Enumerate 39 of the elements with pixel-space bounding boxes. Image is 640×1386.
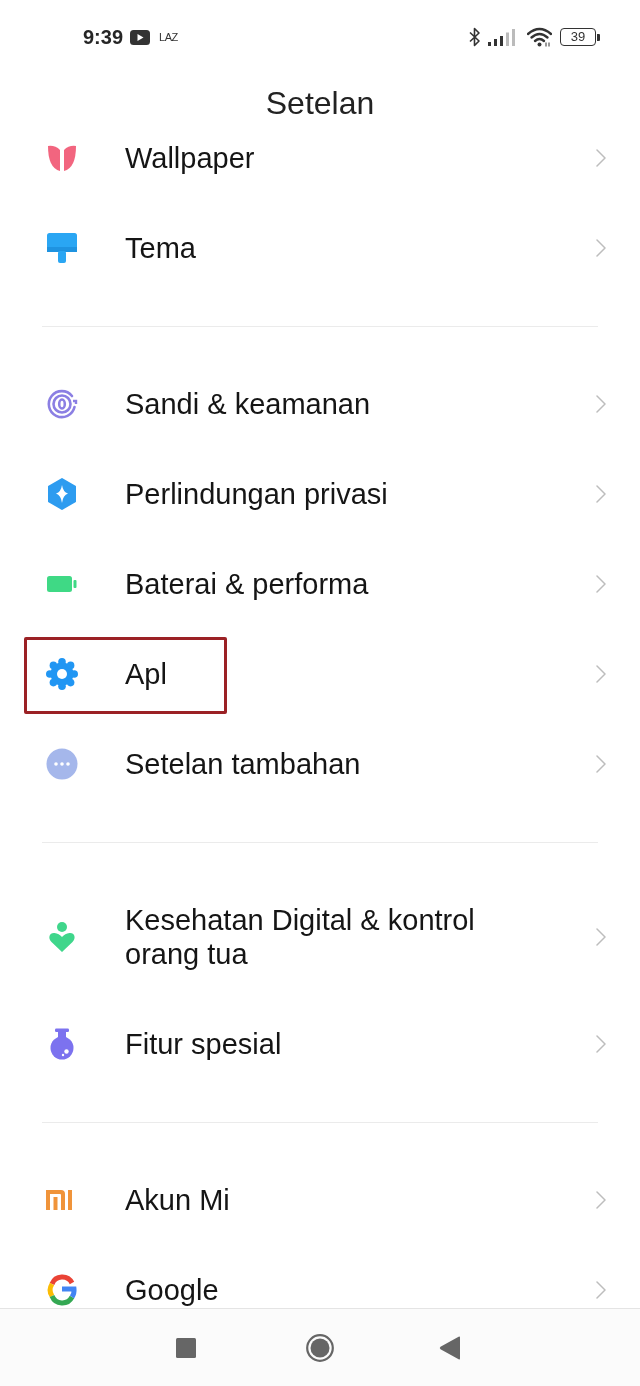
settings-item[interactable]: Wallpaper bbox=[125, 141, 255, 175]
recents-icon[interactable] bbox=[176, 1337, 196, 1358]
settings-item[interactable]: Sandi & keamanan bbox=[125, 387, 371, 421]
home-icon[interactable] bbox=[306, 1333, 334, 1362]
chevron-icon bbox=[596, 665, 606, 683]
play-icon bbox=[130, 29, 151, 45]
chevron-icon bbox=[596, 485, 606, 503]
settings-item[interactable]: Baterai & performa bbox=[125, 567, 369, 601]
hexagon-icon bbox=[46, 478, 78, 510]
page-title: Setelan bbox=[265, 84, 375, 122]
chevron-icon bbox=[596, 928, 606, 946]
chevron-icon bbox=[596, 149, 606, 167]
settings-item[interactable]: Fitur spesial bbox=[125, 1027, 282, 1061]
settings-item[interactable]: Apl bbox=[125, 657, 167, 691]
back-icon[interactable] bbox=[439, 1335, 461, 1360]
settings-item[interactable]: Kesehatan Digital & kontrol orang tua bbox=[125, 903, 525, 971]
paint-brush-icon bbox=[46, 232, 78, 264]
settings-item[interactable]: Perlindungan privasi bbox=[125, 477, 388, 511]
notification-label: LAZ bbox=[159, 31, 178, 43]
wifi-icon bbox=[527, 27, 552, 47]
rings-icon bbox=[46, 388, 78, 420]
clock-time: 9:39 bbox=[83, 25, 124, 49]
more-icon bbox=[46, 748, 78, 780]
chevron-icon bbox=[596, 395, 606, 413]
battery-indicator: 39 bbox=[560, 28, 600, 46]
chevron-icon bbox=[596, 1035, 606, 1053]
settings-item[interactable]: Tema bbox=[125, 231, 196, 265]
gear-icon bbox=[46, 658, 78, 690]
chevron-icon bbox=[596, 1191, 606, 1209]
chevron-icon bbox=[596, 575, 606, 593]
settings-item[interactable]: Setelan tambahan bbox=[125, 747, 361, 781]
chevron-icon bbox=[596, 239, 606, 257]
settings-item[interactable]: Google bbox=[125, 1273, 219, 1307]
chevron-icon bbox=[596, 755, 606, 773]
chevron-icon bbox=[596, 1281, 606, 1299]
bluetooth-icon bbox=[468, 27, 481, 47]
logo-icon bbox=[46, 1274, 78, 1306]
settings-item[interactable]: Akun Mi bbox=[125, 1183, 230, 1217]
signal-icon bbox=[488, 28, 516, 46]
